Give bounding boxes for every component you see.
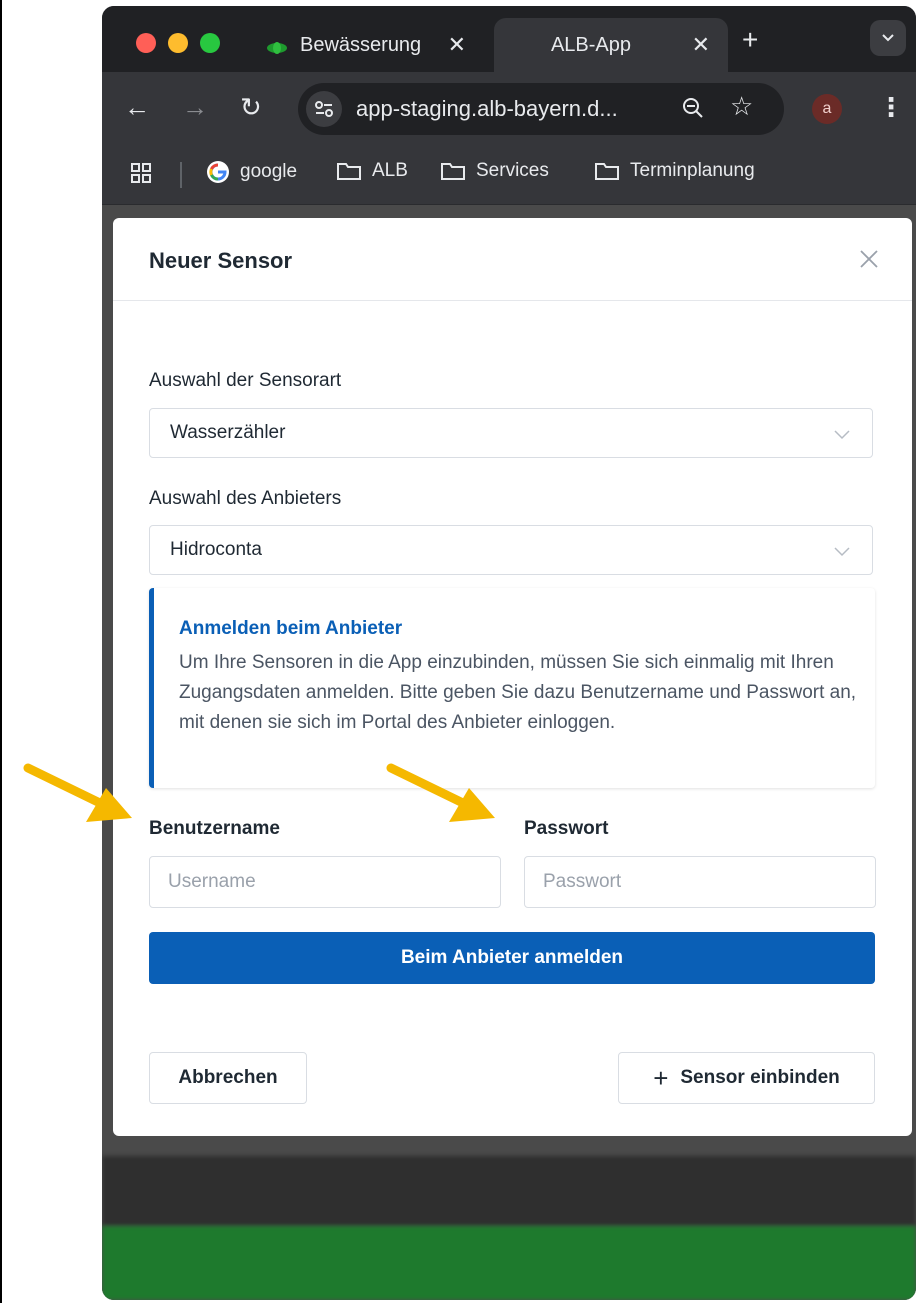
new-sensor-dialog: Neuer Sensor Auswahl der Sensorart Wasse… — [113, 218, 912, 1136]
add-sensor-label: Sensor einbinden — [680, 1067, 840, 1088]
url-text: app-staging.alb-bayern.d... — [356, 96, 618, 121]
username-label: Benutzername — [149, 818, 280, 839]
bookmark-label: Terminplanung — [630, 160, 755, 181]
back-arrow-icon[interactable]: ← — [124, 92, 150, 123]
bookmarks-separator — [180, 162, 182, 188]
folder-icon — [440, 161, 466, 181]
tab-bewaesserung[interactable]: Bewässerung ✕ — [262, 18, 484, 72]
cancel-button[interactable]: Abbrechen — [149, 1052, 307, 1104]
close-tab-icon[interactable]: ✕ — [448, 32, 466, 58]
apps-grid-icon[interactable] — [130, 162, 152, 184]
provider-label: Auswahl des Anbieters — [149, 488, 342, 509]
password-label: Passwort — [524, 818, 609, 839]
provider-login-button[interactable]: Beim Anbieter anmelden — [149, 932, 875, 984]
bookmark-label: Services — [476, 160, 549, 181]
close-window-button[interactable] — [136, 33, 156, 53]
bookmark-label: ALB — [372, 160, 408, 181]
bookmark-terminplanung[interactable]: Terminplanung — [594, 160, 755, 182]
bookmark-star-icon[interactable]: ☆ — [730, 91, 753, 122]
zoom-out-icon[interactable] — [680, 95, 706, 126]
profile-avatar[interactable]: a — [812, 94, 842, 124]
site-info-icon[interactable] — [306, 91, 342, 127]
address-bar[interactable]: app-staging.alb-bayern.d... ☆ — [298, 83, 784, 135]
plus-icon: + — [653, 1062, 669, 1093]
sensor-type-select[interactable]: Wasserzähler — [149, 408, 873, 458]
browser-toolbar: ← → ↻ app-staging.alb-bayern.d... ☆ a ⋮ — [102, 72, 916, 146]
bookmark-services[interactable]: Services — [440, 160, 549, 182]
annotation-arrow-username — [23, 763, 132, 822]
bookmarks-bar: google ALB Services Terminplanung — [102, 146, 916, 205]
add-sensor-button[interactable]: + Sensor einbinden — [618, 1052, 875, 1104]
bookmark-label: google — [240, 161, 298, 182]
reload-icon[interactable]: ↻ — [240, 92, 262, 123]
left-edge-bar — [0, 0, 2, 1303]
minimize-window-button[interactable] — [168, 33, 188, 53]
bookmark-alb[interactable]: ALB — [336, 160, 408, 182]
tab-title: Bewässerung — [300, 33, 422, 56]
blurred-footer-banner — [102, 1226, 916, 1300]
dialog-header: Neuer Sensor — [113, 218, 912, 301]
password-input[interactable] — [524, 856, 876, 908]
select-value: Wasserzähler — [170, 422, 286, 443]
new-tab-icon[interactable]: + — [742, 24, 758, 56]
maximize-window-button[interactable] — [200, 33, 220, 53]
google-icon — [206, 160, 230, 184]
username-input[interactable] — [149, 856, 501, 908]
forward-arrow-icon[interactable]: → — [182, 92, 208, 123]
select-value: Hidroconta — [170, 539, 262, 560]
tab-search-chevron-icon[interactable] — [870, 20, 906, 56]
tab-title: ALB-App — [550, 33, 632, 56]
chevron-down-icon — [834, 544, 850, 562]
blurred-footer-links — [102, 1156, 916, 1226]
folder-icon — [594, 161, 620, 181]
info-title: Anmelden beim Anbieter — [179, 618, 403, 639]
leaf-favicon-icon — [266, 38, 288, 54]
folder-icon — [336, 161, 362, 181]
sensor-type-label: Auswahl der Sensorart — [149, 370, 342, 391]
close-tab-icon[interactable]: ✕ — [692, 32, 710, 58]
close-icon[interactable] — [858, 248, 880, 270]
bookmark-google[interactable]: google — [206, 160, 297, 184]
menu-kebab-icon[interactable]: ⋮ — [878, 92, 904, 123]
info-text: Um Ihre Sensoren in die App einzubinden,… — [179, 652, 857, 733]
tab-strip: Bewässerung ✕ ALB-App ✕ + — [102, 6, 916, 72]
annotation-arrow-password — [386, 763, 495, 822]
provider-select[interactable]: Hidroconta — [149, 525, 873, 575]
provider-login-info: Anmelden beim Anbieter Um Ihre Sensoren … — [149, 588, 875, 788]
tab-alb-app[interactable]: ALB-App ✕ — [494, 18, 728, 72]
dialog-title: Neuer Sensor — [149, 248, 293, 273]
chevron-down-icon — [834, 427, 850, 445]
